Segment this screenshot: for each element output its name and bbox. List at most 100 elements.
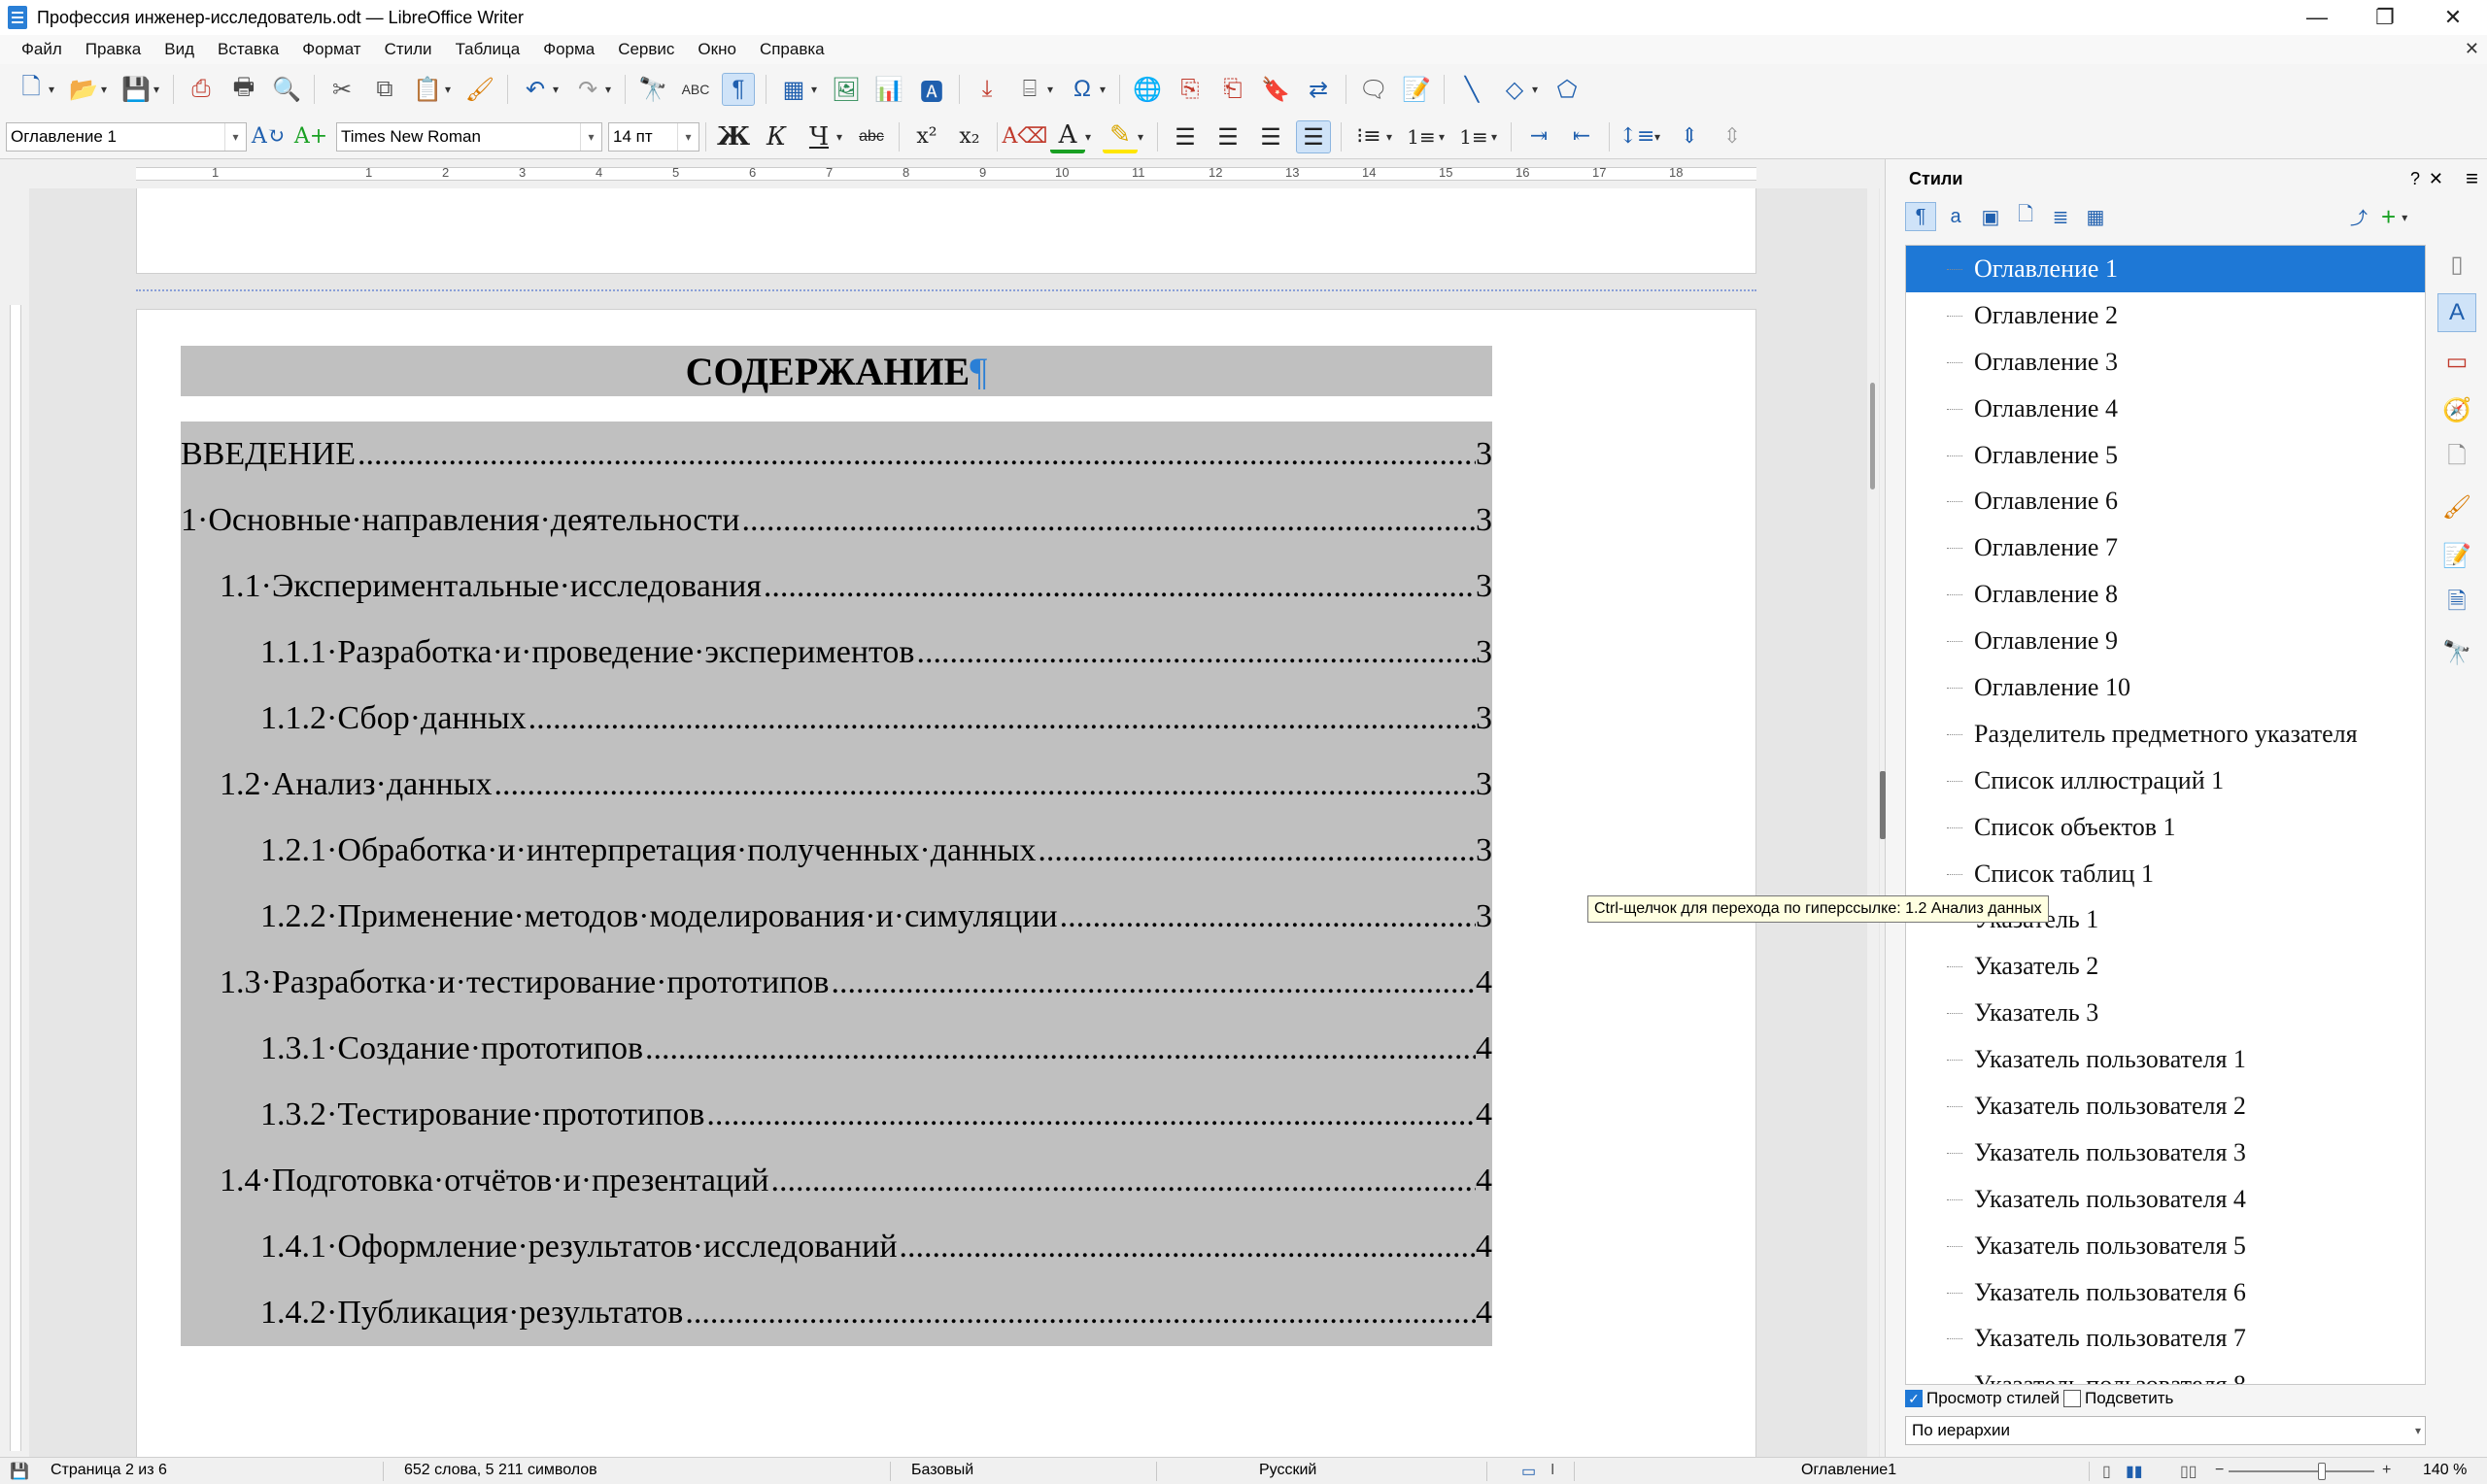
toc-entry[interactable]: 1.1.1·Разработка·и·проведение·эксперимен… — [181, 620, 1492, 686]
toc-entry[interactable]: 1.1·Экспериментальные·исследования......… — [181, 554, 1492, 620]
shapes-dropdown-icon[interactable]: ▾ — [1532, 83, 1542, 96]
style-list-item[interactable]: Оглавление 10 — [1906, 664, 2425, 711]
hyperlink-icon[interactable]: 🌐 — [1131, 73, 1164, 106]
increase-paragraph-spacing-icon[interactable]: ⇕ — [1672, 120, 1707, 153]
preview-styles-checkbox[interactable]: ✓ — [1905, 1390, 1923, 1407]
chevron-down-icon[interactable]: ▾ — [2402, 211, 2407, 224]
decrease-indent-icon[interactable]: ⇤ — [1564, 120, 1599, 153]
cut-icon[interactable]: ✂ — [325, 73, 358, 106]
minimize-button[interactable]: — — [2283, 0, 2351, 35]
style-list-item[interactable]: Оглавление 6 — [1906, 478, 2425, 524]
open-folder-icon[interactable]: 📂 — [67, 73, 100, 106]
find-deck-icon[interactable]: 🔭 — [2437, 633, 2476, 672]
toc-entry[interactable]: 1.3.2·Тестирование·прототипов...........… — [181, 1082, 1492, 1148]
single-page-view-icon[interactable]: ▯ — [2102, 1462, 2111, 1481]
footnote-icon[interactable]: ⎘ — [1174, 73, 1207, 106]
zoom-out-icon[interactable]: − — [2215, 1462, 2224, 1479]
subscript-icon[interactable]: x₂ — [952, 120, 987, 153]
new-style-icon[interactable]: A+ — [293, 120, 328, 153]
underline-dropdown-icon[interactable]: ▾ — [836, 130, 846, 144]
style-list-item[interactable]: Оглавление 4 — [1906, 386, 2425, 432]
print-preview-icon[interactable]: 🔍 — [270, 73, 303, 106]
language-status[interactable]: Русский — [1259, 1462, 1316, 1479]
menu-help[interactable]: Справка — [748, 40, 836, 59]
style-list-item[interactable]: Указатель пользователя 6 — [1906, 1269, 2425, 1316]
style-list-item[interactable]: Указатель пользователя 3 — [1906, 1130, 2425, 1176]
align-center-icon[interactable]: ☰ — [1210, 120, 1245, 153]
numbered-dropdown-icon[interactable]: ▾ — [1439, 130, 1448, 144]
save-icon[interactable]: 💾 — [119, 73, 153, 106]
menu-file[interactable]: Файл — [10, 40, 74, 59]
highlight-dropdown-icon[interactable]: ▾ — [1138, 130, 1147, 144]
page-count[interactable]: Страница 2 из 6 — [51, 1462, 167, 1479]
save-dropdown-icon[interactable]: ▾ — [153, 83, 163, 96]
toc-entry[interactable]: 1.3.1·Создание·прототипов...............… — [181, 1016, 1492, 1082]
formatting-marks-icon[interactable]: ¶ — [722, 73, 755, 106]
page-deck-icon[interactable]: 🗋 — [2437, 439, 2476, 478]
insert-textbox-icon[interactable]: 🅰 — [915, 73, 948, 106]
toc-entry[interactable]: 1.4.1·Оформление·результатов·исследовани… — [181, 1214, 1492, 1280]
outline-dropdown-icon[interactable]: ▾ — [1491, 130, 1501, 144]
toc-entry[interactable]: 1.2.1·Обработка·и·интерпретация·полученн… — [181, 818, 1492, 884]
font-color-dropdown-icon[interactable]: ▾ — [1085, 130, 1095, 144]
chevron-down-icon[interactable]: ▾ — [2415, 1424, 2421, 1437]
highlight-color-icon[interactable]: ✎ — [1103, 120, 1138, 153]
update-style-icon[interactable]: A↻ — [251, 120, 286, 153]
toc-entry[interactable]: 1.3·Разработка·и·тестирование·прототипов… — [181, 950, 1492, 1016]
toc-entry[interactable]: ВВЕДЕНИЕ................................… — [181, 422, 1492, 488]
style-list-item[interactable]: Указатель 3 — [1906, 990, 2425, 1036]
bold-button[interactable]: Ж — [716, 120, 751, 153]
menu-styles[interactable]: Стили — [373, 40, 444, 59]
close-document-icon[interactable]: ✕ — [2465, 39, 2479, 59]
styles-list[interactable]: Оглавление 1 Оглавление 2 Оглавление 3 Огла… — [1905, 245, 2426, 1385]
paste-icon[interactable]: 📋 — [411, 73, 444, 106]
increase-indent-icon[interactable]: ⇥ — [1521, 120, 1556, 153]
redo-icon[interactable]: ↷ — [571, 73, 604, 106]
style-list-item[interactable]: Оглавление 2 — [1906, 292, 2425, 339]
font-name-combo[interactable]: Times New Roman ▾ — [336, 121, 602, 152]
redo-dropdown-icon[interactable]: ▾ — [605, 83, 615, 96]
zoom-slider-knob[interactable] — [2318, 1463, 2326, 1480]
menu-form[interactable]: Форма — [531, 40, 606, 59]
horizontal-ruler[interactable]: 1 1 2 3 4 5 6 7 8 9 10 11 12 13 14 15 16… — [0, 159, 1880, 188]
document-modified-icon[interactable]: 💾 — [10, 1462, 29, 1481]
style-list-item[interactable]: Оглавление 5 — [1906, 432, 2425, 479]
insert-image-icon[interactable]: 🖼 — [830, 73, 863, 106]
character-styles-icon[interactable]: a — [1940, 202, 1971, 231]
menu-insert[interactable]: Вставка — [206, 40, 290, 59]
basic-shapes-icon[interactable]: ◇ — [1498, 73, 1531, 106]
new-style-plus-icon[interactable]: + — [2381, 202, 2396, 232]
comment-icon[interactable]: 🗨 — [1357, 73, 1390, 106]
paragraph-style-combo[interactable]: Оглавление 1 ▾ — [6, 121, 247, 152]
bullet-list-icon[interactable]: ⁝≡ — [1351, 120, 1386, 153]
new-document-icon[interactable]: 🗋 — [15, 73, 48, 106]
scrollbar-thumb[interactable] — [1870, 383, 1875, 489]
design-deck-icon[interactable]: 🗎 — [2437, 585, 2476, 624]
document-scrollbar[interactable] — [1867, 188, 1879, 1457]
chevron-down-icon[interactable]: ▾ — [677, 122, 698, 151]
sidebar-menu-icon[interactable]: ≡ — [2466, 166, 2478, 191]
style-list-item[interactable]: Оглавление 1 — [1906, 246, 2425, 292]
menu-format[interactable]: Формат — [290, 40, 372, 59]
toc-entry[interactable]: 1.2.2·Применение·методов·моделирования·и… — [181, 884, 1492, 950]
navigator-deck-icon[interactable]: 🧭 — [2437, 390, 2476, 429]
document-area[interactable]: СОДЕРЖАНИЕ ¶ ВВЕДЕНИЕ....................… — [29, 188, 1880, 1457]
style-list-item[interactable]: Указатель пользователя 4 — [1906, 1176, 2425, 1223]
numbered-list-icon[interactable]: 1≡ — [1404, 120, 1439, 153]
style-list-item[interactable]: Список иллюстраций 1 — [1906, 758, 2425, 804]
styles-deck-icon[interactable]: A — [2437, 293, 2476, 332]
page-styles-icon[interactable]: 🗋 — [2010, 202, 2041, 231]
clone-formatting-icon[interactable]: 🖌 — [463, 73, 496, 106]
new-dropdown-icon[interactable]: ▾ — [49, 83, 58, 96]
special-char-dropdown-icon[interactable]: ▾ — [1100, 83, 1109, 96]
style-list-item[interactable]: Оглавление 8 — [1906, 571, 2425, 618]
undo-dropdown-icon[interactable]: ▾ — [553, 83, 562, 96]
find-replace-icon[interactable]: 🔭 — [636, 73, 669, 106]
undo-icon[interactable]: ↶ — [519, 73, 552, 106]
book-view-icon[interactable]: ▯▯ — [2180, 1462, 2197, 1481]
style-list-item[interactable]: Список таблиц 1 — [1906, 851, 2425, 897]
table-styles-icon[interactable]: ▦ — [2080, 202, 2111, 231]
menu-window[interactable]: Окно — [686, 40, 748, 59]
paragraph-styles-icon[interactable]: ¶ — [1905, 202, 1936, 231]
line-spacing-dropdown-icon[interactable]: ▾ — [1654, 130, 1664, 144]
